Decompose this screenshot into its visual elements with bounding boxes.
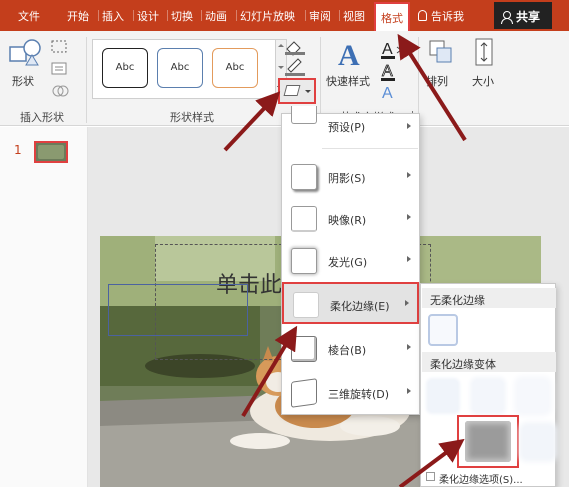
- share-label: 共享: [516, 10, 541, 24]
- ribbon-tab-bar: 文件 开始 插入 设计 切换 动画 幻灯片放映 审阅 视图 格式 告诉我 共享: [0, 0, 569, 31]
- size-label[interactable]: 大小: [472, 73, 494, 89]
- soft-edge-options-icon: [426, 472, 435, 481]
- wordart-quick-styles-icon[interactable]: A: [334, 37, 370, 71]
- tab-design[interactable]: 设计: [133, 8, 159, 24]
- tell-me-label: 告诉我: [431, 10, 464, 23]
- menu-item-label: 柔化边缘(E): [330, 300, 390, 313]
- submenu-arrow-icon: [407, 172, 411, 178]
- insert-shapes-group-label: 插入形状: [20, 111, 64, 124]
- tab-animations[interactable]: 动画: [201, 8, 227, 24]
- slide-thumbnail[interactable]: [34, 141, 68, 163]
- no-soft-edges-heading: 无柔化边缘: [422, 288, 556, 308]
- soft-edge-variations-heading: 柔化边缘变体: [422, 352, 556, 372]
- shape-styles-group-label: 形状样式: [170, 111, 214, 124]
- shape-effects-icon: [283, 85, 301, 96]
- tab-view[interactable]: 视图: [339, 8, 365, 24]
- tab-format[interactable]: 格式: [374, 2, 410, 31]
- menu-item-label: 映像(R): [328, 214, 367, 227]
- submenu-arrow-icon: [407, 344, 411, 350]
- menu-item-shadow[interactable]: 阴影(S): [282, 156, 419, 198]
- submenu-arrow-icon: [407, 388, 411, 394]
- submenu-arrow-icon: [407, 123, 411, 129]
- group-divider: [320, 37, 321, 123]
- svg-text:A: A: [382, 85, 393, 102]
- soft-edge-variant-3[interactable]: [518, 380, 548, 412]
- menu-divider: [322, 148, 418, 149]
- soft-edge-variant-5[interactable]: [523, 426, 553, 458]
- 3d-rotation-icon: [291, 378, 317, 408]
- quick-styles-label[interactable]: 快速样式: [326, 73, 370, 89]
- shape-style-orange[interactable]: Abc: [212, 48, 258, 88]
- soft-edge-none-option[interactable]: [428, 314, 458, 346]
- shape-style-black[interactable]: Abc: [102, 48, 148, 88]
- shape-effects-menu: 预设(P) 阴影(S) 映像(R) 发光(G) 柔化边缘(E) 棱台(B) 三维…: [281, 106, 420, 415]
- shapes-icon[interactable]: [8, 37, 46, 67]
- shadow-icon: [291, 164, 317, 190]
- edit-shape-icons[interactable]: [50, 39, 78, 103]
- tab-review[interactable]: 审阅: [305, 8, 331, 24]
- fill-and-outline-icons[interactable]: [282, 37, 312, 77]
- menu-item-bevel[interactable]: 棱台(B): [282, 328, 419, 370]
- menu-item-label: 三维旋转(D): [328, 388, 390, 401]
- group-divider: [418, 37, 419, 123]
- reflection-icon: [291, 206, 317, 232]
- submenu-arrow-icon: [407, 214, 411, 220]
- tell-me-search[interactable]: 告诉我: [418, 8, 464, 24]
- shape-style-gallery: Abc Abc Abc: [92, 39, 276, 99]
- arrange-label[interactable]: 排列: [426, 73, 448, 89]
- soft-edges-submenu: 无柔化边缘 柔化边缘变体 柔化边缘选项(S)...: [420, 283, 556, 487]
- size-icon[interactable]: [470, 37, 498, 67]
- selected-textbox[interactable]: [108, 284, 248, 336]
- chevron-down-icon: [305, 90, 311, 93]
- svg-text:A: A: [338, 39, 360, 71]
- text-fill-outline-effects-icons[interactable]: A A A: [378, 37, 408, 103]
- menu-item-reflection[interactable]: 映像(R): [282, 198, 419, 240]
- soft-edge-variant-4: [465, 421, 511, 462]
- group-divider: [86, 37, 87, 123]
- preset-icon: [291, 106, 317, 124]
- thumbnail-image: [38, 145, 64, 159]
- ribbon: 形状 插入形状 Abc Abc Abc 形状样式 A 快速样式 A A A 排列…: [0, 31, 569, 126]
- menu-item-label: 阴影(S): [328, 172, 366, 185]
- tab-slideshow[interactable]: 幻灯片放映: [236, 8, 295, 24]
- svg-text:A: A: [382, 63, 393, 80]
- shape-effects-button[interactable]: [278, 78, 316, 104]
- soft-edges-icon: [293, 292, 319, 318]
- menu-item-label: 发光(G): [328, 256, 368, 269]
- glow-icon: [291, 248, 317, 274]
- menu-item-glow[interactable]: 发光(G): [282, 240, 419, 282]
- svg-text:A: A: [382, 41, 393, 58]
- tab-file[interactable]: 文件: [18, 8, 40, 24]
- menu-item-label: 棱台(B): [328, 344, 367, 357]
- tab-home[interactable]: 开始: [67, 8, 89, 24]
- soft-edge-options-link[interactable]: 柔化边缘选项(S)...: [439, 471, 523, 486]
- soft-edge-variant-highlight[interactable]: [457, 415, 519, 468]
- bevel-icon: [291, 336, 317, 362]
- submenu-arrow-icon: [405, 300, 409, 306]
- shape-style-blue[interactable]: Abc: [157, 48, 203, 88]
- lightbulb-icon: [418, 10, 427, 21]
- arrange-icon[interactable]: [428, 39, 454, 65]
- shapes-label[interactable]: 形状: [12, 73, 34, 89]
- soft-edge-variant-2[interactable]: [473, 380, 503, 412]
- menu-item-preset[interactable]: 预设(P): [282, 106, 419, 140]
- person-icon: [501, 11, 513, 24]
- slide-thumbnails-panel[interactable]: 1: [0, 127, 88, 487]
- menu-item-3d-rotation[interactable]: 三维旋转(D): [282, 372, 419, 414]
- slide-number: 1: [14, 143, 22, 157]
- tab-insert[interactable]: 插入: [98, 8, 124, 24]
- menu-item-label: 预设(P): [328, 121, 366, 134]
- tab-transitions[interactable]: 切换: [167, 8, 193, 24]
- submenu-arrow-icon: [407, 256, 411, 262]
- menu-item-soft-edges[interactable]: 柔化边缘(E): [282, 282, 419, 324]
- share-button[interactable]: 共享: [494, 2, 552, 29]
- soft-edge-variant-1[interactable]: [428, 380, 458, 412]
